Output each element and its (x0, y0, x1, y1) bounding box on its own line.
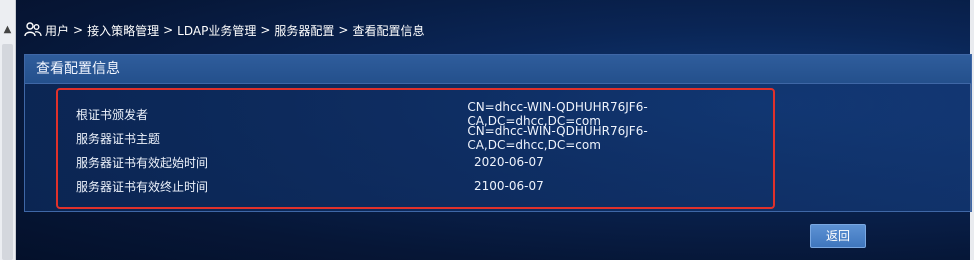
info-label: 服务器证书有效起始时间 (76, 155, 209, 170)
breadcrumb-item-server-config[interactable]: 服务器配置 (274, 22, 334, 39)
breadcrumb-separator: > (163, 23, 174, 37)
breadcrumb-item-users[interactable]: 用户 (45, 22, 69, 39)
config-info-panel: 查看配置信息 根证书颁发者 CN=dhcc-WIN-QDHUHR76JF6-CA… (24, 54, 972, 212)
breadcrumb-item-ldap[interactable]: LDAP业务管理 (177, 22, 256, 39)
breadcrumb-item-access-policy[interactable]: 接入策略管理 (87, 22, 159, 39)
scroll-up-arrow-icon[interactable]: ▲ (0, 22, 15, 38)
users-icon (24, 22, 42, 37)
panel-title: 查看配置信息 (25, 55, 971, 84)
config-info-table: 根证书颁发者 CN=dhcc-WIN-QDHUHR76JF6-CA,DC=dhc… (76, 100, 776, 198)
scroll-thumb[interactable] (2, 44, 13, 260)
info-value: 2020-06-07 (474, 155, 544, 169)
info-label: 服务器证书有效终止时间 (76, 179, 209, 194)
vertical-scrollbar[interactable]: ▲ (0, 0, 16, 260)
info-row-valid-to: 服务器证书有效终止时间 2100-06-07 (76, 174, 776, 198)
info-value: 2100-06-07 (474, 179, 544, 193)
info-row-valid-from: 服务器证书有效起始时间 2020-06-07 (76, 150, 776, 174)
breadcrumb-item-current: 查看配置信息 (352, 23, 425, 38)
info-row-server-cert-subject: 服务器证书主题 CN=dhcc-WIN-QDHUHR76JF6-CA,DC=dh… (76, 124, 776, 152)
info-label: 服务器证书主题 (76, 131, 161, 146)
info-row-root-ca-issuer: 根证书颁发者 CN=dhcc-WIN-QDHUHR76JF6-CA,DC=dhc… (76, 100, 776, 128)
breadcrumb-separator: > (338, 23, 349, 37)
breadcrumb-separator: > (73, 23, 84, 37)
info-value: CN=dhcc-WIN-QDHUHR76JF6-CA,DC=dhcc,DC=co… (467, 124, 648, 152)
breadcrumb: 用户 > 接入策略管理 > LDAP业务管理 > 服务器配置 > 查看配置信息 (24, 20, 424, 40)
breadcrumb-separator: > (260, 23, 271, 37)
info-label: 根证书颁发者 (76, 107, 149, 122)
back-button[interactable]: 返回 (810, 224, 866, 248)
